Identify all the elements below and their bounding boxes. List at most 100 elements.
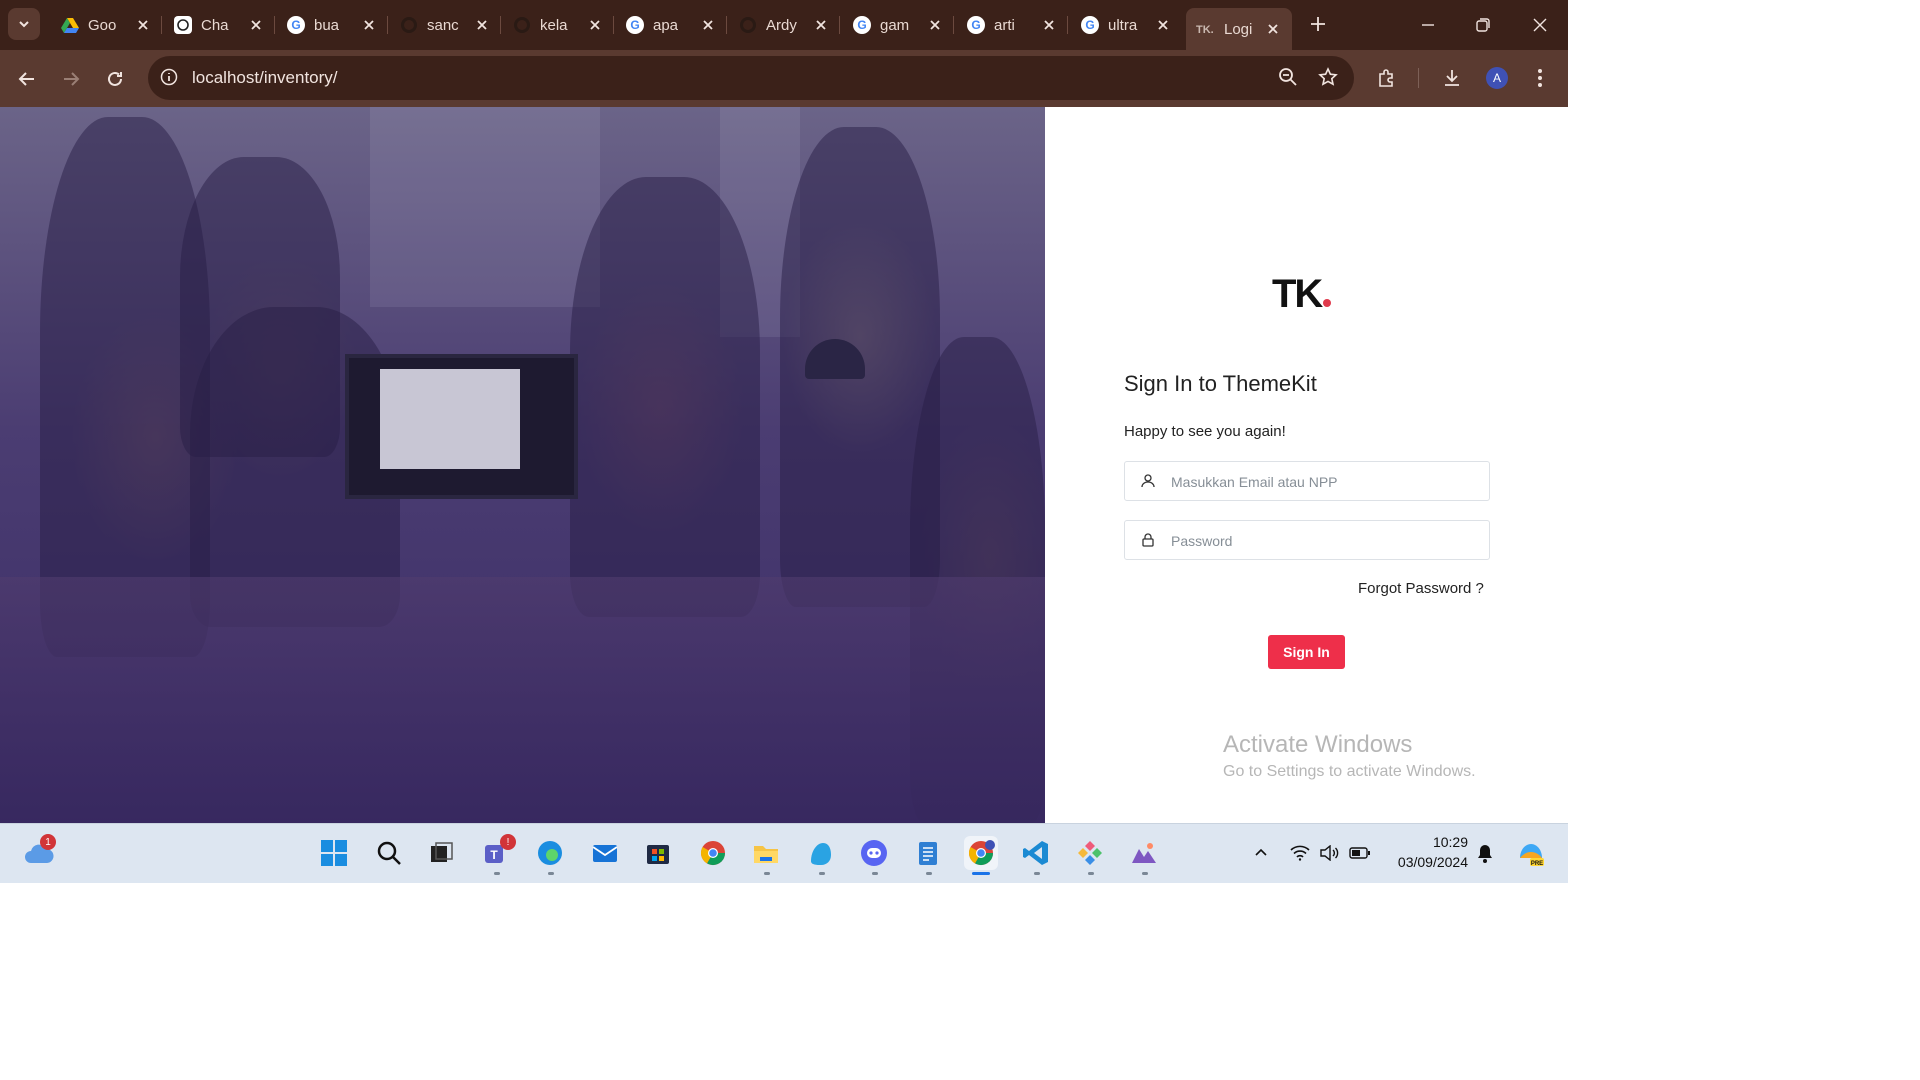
svg-text:G: G xyxy=(1085,18,1094,32)
new-tab-button[interactable] xyxy=(1306,12,1330,36)
vscode-app[interactable] xyxy=(1019,836,1053,870)
running-indicator xyxy=(548,872,554,875)
tab-label: Logi xyxy=(1224,20,1253,38)
download-icon xyxy=(1445,70,1459,86)
themekit-logo: TK xyxy=(1272,272,1332,317)
tab-login[interactable]: TK. Logi xyxy=(1186,8,1292,50)
menu-button[interactable] xyxy=(1527,65,1553,91)
chrome-app[interactable] xyxy=(696,836,730,870)
close-icon[interactable] xyxy=(699,16,717,34)
running-indicator xyxy=(926,872,932,875)
tab-bua[interactable]: G bua xyxy=(276,8,388,42)
close-icon[interactable] xyxy=(1040,16,1058,34)
back-button[interactable] xyxy=(12,64,42,94)
task-view-button[interactable] xyxy=(424,836,458,870)
close-icon[interactable] xyxy=(473,16,491,34)
tab-label: kela xyxy=(540,16,568,34)
minimize-icon xyxy=(1422,24,1434,26)
forward-button[interactable] xyxy=(56,64,86,94)
hero-office-photo xyxy=(0,107,1045,823)
google-icon: G xyxy=(625,15,645,35)
tab-kela[interactable]: kela xyxy=(502,8,614,42)
password-input[interactable] xyxy=(1169,521,1483,561)
tab-ardy[interactable]: Ardy xyxy=(728,8,840,42)
notepad-app[interactable] xyxy=(911,836,945,870)
arrow-right-icon xyxy=(64,72,80,86)
system-clock[interactable]: 10:29 03/09/2024 xyxy=(1388,832,1468,872)
email-input[interactable] xyxy=(1169,462,1483,502)
svg-text:G: G xyxy=(291,18,300,32)
tab-label: sanc xyxy=(427,16,459,34)
tab-separator xyxy=(500,16,501,34)
start-button[interactable] xyxy=(317,836,351,870)
volume-button[interactable] xyxy=(1318,842,1340,864)
chatgpt-icon xyxy=(173,15,193,35)
sign-in-button[interactable]: Sign In xyxy=(1268,635,1345,669)
close-icon[interactable] xyxy=(586,16,604,34)
close-icon[interactable] xyxy=(1154,16,1172,34)
bookmark-star-icon[interactable] xyxy=(1318,67,1338,92)
bell-icon xyxy=(1478,845,1492,863)
close-icon[interactable] xyxy=(247,16,265,34)
tab-separator xyxy=(726,16,727,34)
close-window-button[interactable] xyxy=(1525,10,1555,40)
mail-app[interactable] xyxy=(588,836,622,870)
profile-avatar[interactable]: A xyxy=(1486,67,1508,89)
generic-app[interactable] xyxy=(1073,836,1107,870)
restore-button[interactable] xyxy=(1468,10,1498,40)
chrome-profile-app[interactable] xyxy=(964,836,998,870)
close-icon[interactable] xyxy=(1264,20,1282,38)
tab-arti[interactable]: G arti xyxy=(956,8,1068,42)
zoom-icon[interactable] xyxy=(1278,67,1298,92)
gimp-app[interactable] xyxy=(804,836,838,870)
file-explorer-app[interactable] xyxy=(749,836,783,870)
reload-button[interactable] xyxy=(100,64,130,94)
close-icon[interactable] xyxy=(926,16,944,34)
extensions-button[interactable] xyxy=(1374,65,1400,91)
search-button[interactable] xyxy=(372,836,406,870)
search-icon xyxy=(377,841,401,865)
forgot-password-link[interactable]: Forgot Password ? xyxy=(1358,580,1484,597)
activate-windows-watermark: Activate Windows Go to Settings to activ… xyxy=(1223,731,1476,781)
edge-app[interactable] xyxy=(533,836,567,870)
tab-ultra[interactable]: G ultra xyxy=(1070,8,1182,42)
notifications-button[interactable] xyxy=(1474,842,1496,864)
downloads-button[interactable] xyxy=(1439,65,1465,91)
show-hidden-icons-button[interactable] xyxy=(1250,842,1272,864)
tab-separator xyxy=(953,16,954,34)
tab-label: Ardy xyxy=(766,16,797,34)
address-bar[interactable]: localhost/inventory/ xyxy=(148,56,1354,100)
task-view-icon xyxy=(431,842,453,862)
tab-apa[interactable]: G apa xyxy=(615,8,727,42)
tab-gam[interactable]: G gam xyxy=(842,8,954,42)
tab-separator xyxy=(161,16,162,34)
minimize-button[interactable] xyxy=(1413,10,1443,40)
site-info-icon[interactable] xyxy=(158,66,180,88)
svg-text:TK.: TK. xyxy=(1196,24,1214,36)
close-icon[interactable] xyxy=(360,16,378,34)
store-app[interactable] xyxy=(641,836,675,870)
tab-search-button[interactable] xyxy=(8,8,40,40)
gimp-icon xyxy=(811,843,831,865)
copilot-button[interactable]: PRE xyxy=(1516,838,1546,868)
battery-button[interactable] xyxy=(1349,842,1371,864)
tab-label: Cha xyxy=(201,16,229,34)
tab-separator xyxy=(387,16,388,34)
tab-label: ultra xyxy=(1108,16,1138,34)
tab-sanc[interactable]: sanc xyxy=(389,8,501,42)
close-icon[interactable] xyxy=(134,16,152,34)
restore-icon xyxy=(1476,18,1490,32)
tab-chat[interactable]: Cha xyxy=(163,8,275,42)
tab-goo[interactable]: Goo xyxy=(50,8,162,42)
discord-app[interactable] xyxy=(857,836,891,870)
running-indicator xyxy=(1088,872,1094,875)
close-icon[interactable] xyxy=(812,16,830,34)
teams-app[interactable]: T ! xyxy=(479,834,516,870)
tab-label: gam xyxy=(880,16,910,34)
wifi-button[interactable] xyxy=(1289,842,1311,864)
chrome-icon xyxy=(700,841,725,866)
lock-icon xyxy=(1139,531,1157,549)
paint-app[interactable] xyxy=(1127,836,1161,870)
weather-widget[interactable]: 1 xyxy=(22,834,56,870)
active-indicator xyxy=(972,872,990,875)
